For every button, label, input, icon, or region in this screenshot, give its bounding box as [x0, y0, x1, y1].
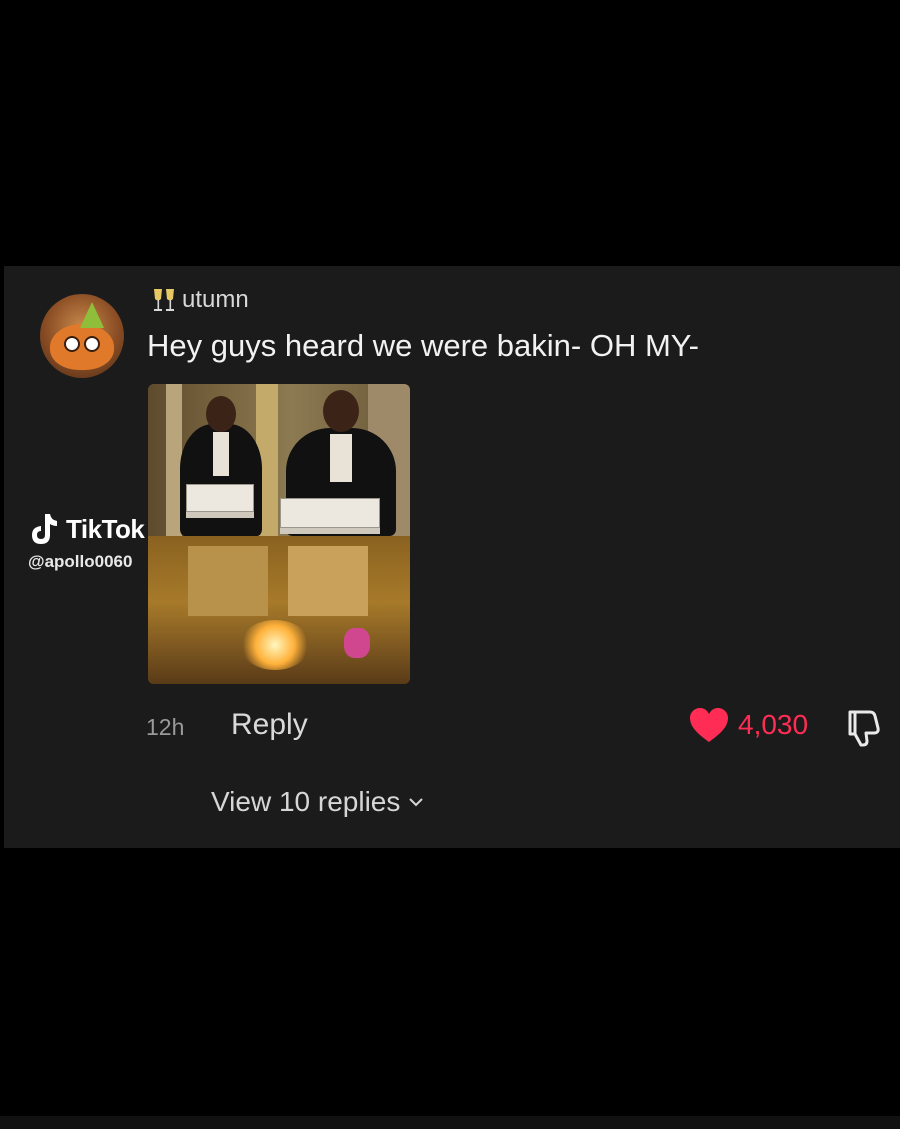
man-right-head [323, 390, 359, 432]
avatar-eye-right [84, 336, 100, 352]
man-left-shirt [213, 432, 229, 476]
like-button[interactable]: 4,030 [688, 706, 808, 744]
bottom-edge-strip [0, 1116, 900, 1129]
comment-username[interactable]: utumn [150, 286, 249, 314]
avatar[interactable] [40, 294, 124, 378]
comment-timestamp: 12h [146, 714, 185, 740]
tiktok-brand-row: TikTok [28, 512, 145, 546]
view-replies-label: View 10 replies [211, 786, 401, 817]
champagne-glasses-icon [154, 289, 174, 311]
tiktok-logo-icon [32, 514, 57, 544]
username-text: utumn [182, 286, 249, 313]
comment-text: Hey guys heard we were bakin- OH MY- [147, 328, 699, 363]
view-replies-button[interactable]: View 10 replies [211, 786, 424, 818]
man-left [180, 396, 262, 536]
heart-icon [690, 708, 728, 742]
tiktok-brand-name: TikTok [66, 513, 145, 544]
avatar-face [50, 324, 114, 370]
chevron-down-icon [409, 798, 424, 807]
comment-card: utumn Hey guys heard we were bakin- OH M… [4, 266, 900, 848]
screenshot-page: utumn Hey guys heard we were bakin- OH M… [0, 0, 900, 1129]
reply-button[interactable]: Reply [231, 708, 308, 742]
like-count: 4,030 [738, 709, 809, 740]
pizza-boxes-right [280, 498, 380, 528]
image-panel-bottom [148, 536, 410, 684]
tiktok-watermark: TikTok @apollo0060 [28, 512, 145, 572]
room-wall-left [188, 546, 268, 616]
avatar-eye-left [64, 336, 80, 352]
person-pink [344, 628, 370, 658]
dislike-icon[interactable] [842, 708, 884, 748]
comment-attached-image[interactable] [148, 384, 410, 684]
fire-flames [240, 620, 310, 670]
room-wall-right [288, 546, 368, 616]
man-left-head [206, 396, 236, 432]
avatar-party-hat [80, 302, 104, 328]
image-panel-top [148, 384, 410, 536]
pizza-boxes-left [186, 484, 254, 512]
man-right-shirt [330, 434, 352, 482]
tiktok-handle: @apollo0060 [28, 552, 133, 571]
